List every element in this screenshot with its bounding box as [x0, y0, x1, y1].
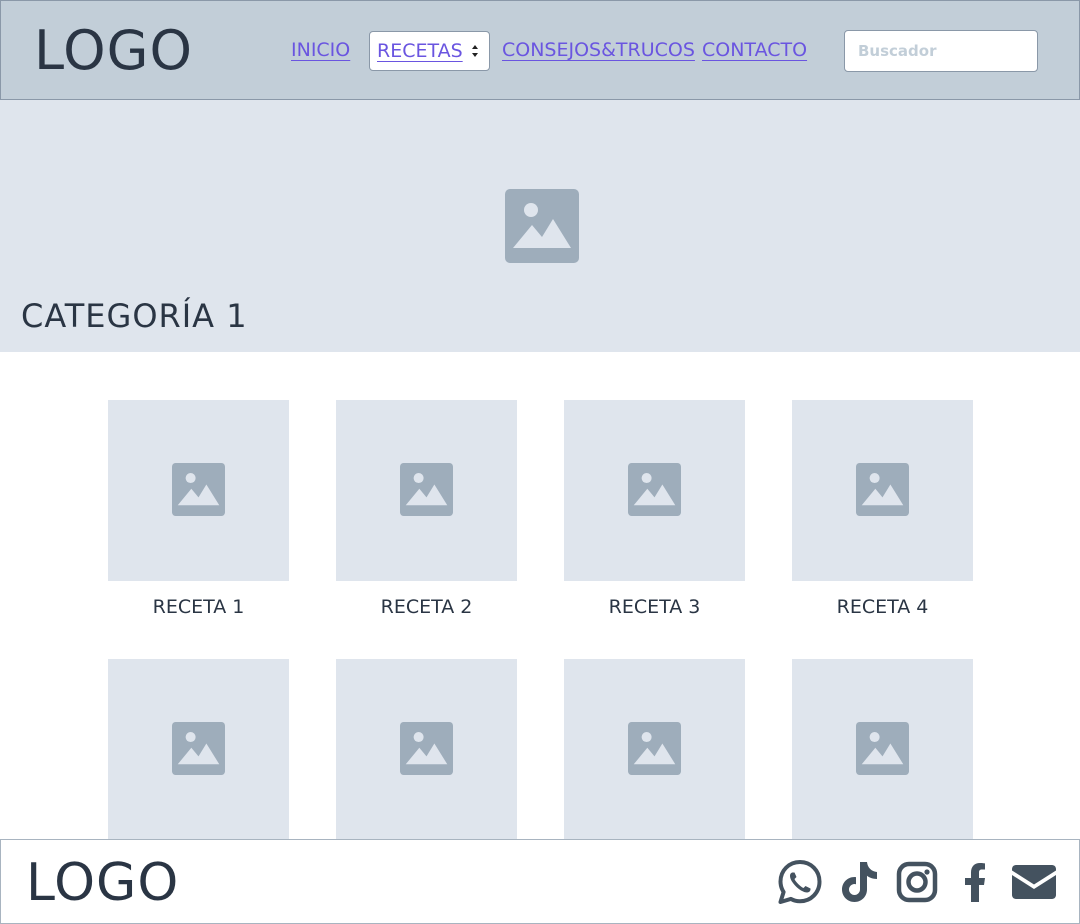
- facebook-icon[interactable]: [959, 858, 991, 906]
- recipe-card[interactable]: [792, 659, 973, 853]
- site-footer: LOGO: [0, 839, 1080, 924]
- recipe-thumbnail: [564, 400, 745, 581]
- image-placeholder-icon: [400, 463, 453, 516]
- image-placeholder-icon: [400, 722, 453, 775]
- recipe-thumbnail: [792, 659, 973, 840]
- email-icon[interactable]: [1010, 858, 1058, 906]
- header-logo[interactable]: LOGO: [34, 21, 193, 81]
- whatsapp-icon[interactable]: [776, 858, 824, 906]
- nav-select-recetas[interactable]: RECETAS: [369, 31, 490, 71]
- recipe-thumbnail: [336, 400, 517, 581]
- image-placeholder-icon: [505, 189, 579, 263]
- recipe-title: RECETA 2: [380, 596, 473, 618]
- nav-select-recetas-label: RECETAS: [377, 40, 463, 62]
- instagram-icon[interactable]: [895, 858, 939, 906]
- select-arrows-icon: [472, 45, 478, 57]
- recipe-thumbnail: [792, 400, 973, 581]
- recipe-card[interactable]: RECETA 1: [108, 400, 289, 620]
- image-placeholder-icon: [856, 463, 909, 516]
- nav-link-consejos-trucos[interactable]: CONSEJOS&TRUCOS: [502, 38, 695, 62]
- recipe-card[interactable]: RECETA 2: [336, 400, 517, 620]
- image-placeholder-icon: [172, 722, 225, 775]
- image-placeholder-icon: [172, 463, 225, 516]
- tiktok-icon[interactable]: [838, 858, 880, 906]
- recipe-card[interactable]: RECETA 4: [792, 400, 973, 620]
- image-placeholder-icon: [628, 463, 681, 516]
- recipe-thumbnail: [108, 659, 289, 840]
- category-hero: CATEGORÍA 1: [0, 100, 1080, 352]
- nav-link-inicio[interactable]: INICIO: [291, 38, 350, 62]
- recipe-thumbnail: [564, 659, 745, 840]
- recipe-title: RECETA 4: [836, 596, 929, 618]
- recipe-card[interactable]: [108, 659, 289, 853]
- recipe-card[interactable]: RECETA 3: [564, 400, 745, 620]
- image-placeholder-icon: [856, 722, 909, 775]
- site-header: LOGO INICIO RECETAS CONSEJOS&TRUCOS CONT…: [0, 0, 1080, 100]
- recipe-card[interactable]: [336, 659, 517, 853]
- search-input[interactable]: [844, 30, 1038, 72]
- recipe-thumbnail: [108, 400, 289, 581]
- nav-link-contacto[interactable]: CONTACTO: [702, 38, 807, 62]
- category-title: CATEGORÍA 1: [21, 297, 248, 335]
- recipe-card[interactable]: [564, 659, 745, 853]
- recipe-thumbnail: [336, 659, 517, 840]
- footer-logo[interactable]: LOGO: [26, 853, 179, 913]
- image-placeholder-icon: [628, 722, 681, 775]
- recipe-title: RECETA 1: [152, 596, 245, 618]
- recipe-title: RECETA 3: [608, 596, 701, 618]
